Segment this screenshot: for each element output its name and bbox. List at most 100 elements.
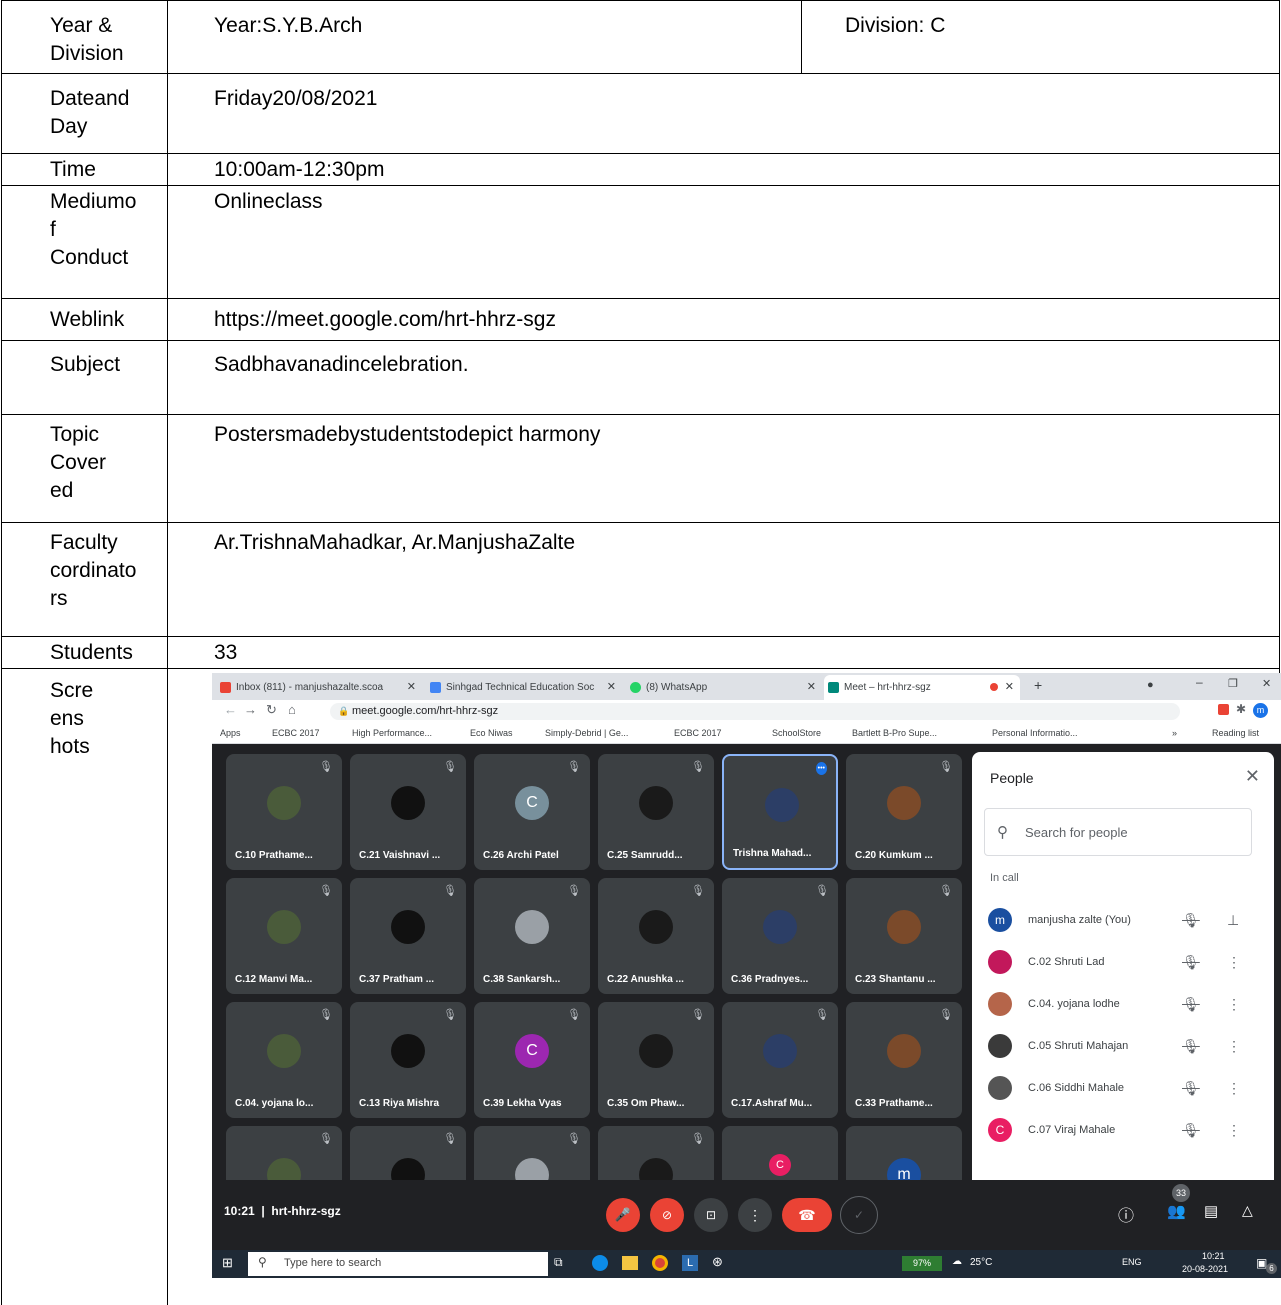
bookmark-item[interactable]: Simply-Debrid | Ge... xyxy=(545,722,628,744)
search-placeholder: Search for people xyxy=(1025,825,1128,840)
close-icon[interactable]: ✕ xyxy=(807,675,816,700)
close-icon[interactable]: ✕ xyxy=(1245,766,1260,787)
tab-meet[interactable]: Meet – hrt-hhrz-sgz ✕ xyxy=(824,675,1020,700)
participant-tile[interactable]: 🎙 C.36 Pradnyes... xyxy=(722,878,838,994)
windows-start-icon[interactable]: ⊞ xyxy=(222,1255,233,1271)
bookmark-item[interactable]: ECBC 2017 xyxy=(272,722,320,744)
back-icon[interactable]: ← xyxy=(224,702,237,717)
participant-tile[interactable]: 🎙 C.17.Ashraf Mu... xyxy=(722,1002,838,1118)
reload-icon[interactable]: ↻ xyxy=(266,702,277,718)
participant-tile[interactable]: 🎙 C.35 Om Phaw... xyxy=(598,1002,714,1118)
camera-off-button[interactable]: ⊘ xyxy=(650,1198,684,1232)
profile-menu-icon[interactable]: ● xyxy=(1147,679,1154,691)
participant-row[interactable]: m manjusha zalte (You) 🎙 ⊥ xyxy=(972,902,1274,938)
more-options-icon[interactable]: ⋮ xyxy=(1227,1112,1241,1148)
bookmark-item[interactable]: Eco Niwas xyxy=(470,722,513,744)
control-bar: 10:21 | hrt-hhrz-sgz 🎤 ⊘ ⊡ ⋮ ☎ ✓ ⓘ 👥 33 … xyxy=(212,1180,1281,1250)
participant-tile[interactable]: 🎙 C.12 Manvi Ma... xyxy=(226,878,342,994)
muted-mic-icon: 🎙 xyxy=(691,761,705,773)
language-indicator[interactable]: ENG xyxy=(1122,1257,1142,1267)
bookmark-item[interactable]: SchoolStore xyxy=(772,722,821,744)
battery-indicator[interactable]: 97% xyxy=(902,1256,942,1271)
participant-tile[interactable]: 🎙 C.38 Sankarsh... xyxy=(474,878,590,994)
participant-tile[interactable]: 🎙 C.37 Pratham ... xyxy=(350,878,466,994)
participant-avatar: m xyxy=(988,908,1012,932)
close-icon[interactable]: ✕ xyxy=(407,675,416,700)
participant-avatar xyxy=(763,910,797,944)
people-icon[interactable]: 👥 xyxy=(1167,1202,1186,1220)
participant-row[interactable]: C.04. yojana lodhe 🎙 ⋮ xyxy=(972,986,1274,1022)
participant-tile[interactable]: 🎙 C.10 Prathame... xyxy=(226,754,342,870)
participant-tile[interactable]: 🎙 C.04. yojana lo... xyxy=(226,1002,342,1118)
weather-temp[interactable]: 25°C xyxy=(970,1257,992,1268)
participant-tile[interactable]: 🎙 C.22 Anushka ... xyxy=(598,878,714,994)
taskbar-search-box[interactable]: ⚲ Type here to search xyxy=(248,1252,548,1276)
bookmark-item[interactable]: Personal Informatio... xyxy=(992,722,1078,744)
edge-icon[interactable] xyxy=(592,1255,608,1271)
mic-off-button[interactable]: 🎤 xyxy=(606,1198,640,1232)
participant-tile[interactable]: 🎙 C.25 Samrudd... xyxy=(598,754,714,870)
reading-list[interactable]: Reading list xyxy=(1212,722,1259,744)
app-icon[interactable]: ⊛ xyxy=(712,1254,723,1270)
participant-name: C.12 Manvi Ma... xyxy=(235,974,313,985)
muted-mic-icon: 🎙 xyxy=(319,1133,333,1145)
participant-tile[interactable]: C 🎙 C.26 Archi Patel xyxy=(474,754,590,870)
bookmark-item[interactable]: ECBC 2017 xyxy=(674,722,722,744)
tab-label: Sinhgad Technical Education Soc xyxy=(446,682,595,693)
tab-inbox[interactable]: Inbox (811) - manjushazalte.scoa ✕ xyxy=(216,675,422,700)
more-options-icon[interactable]: ⋮ xyxy=(1227,1070,1241,1106)
bookmark-item[interactable]: Bartlett B-Pro Supe... xyxy=(852,722,937,744)
tab-whatsapp[interactable]: (8) WhatsApp ✕ xyxy=(626,675,822,700)
bookmark-item[interactable]: High Performance... xyxy=(352,722,432,744)
more-options-icon[interactable]: ⋮ xyxy=(1227,1028,1241,1064)
participant-tile[interactable]: 🎙 C.33 Prathame... xyxy=(846,1002,962,1118)
profile-avatar[interactable]: m xyxy=(1253,703,1268,718)
clock-date[interactable]: 20-08-2021 xyxy=(1182,1264,1228,1274)
activities-icon[interactable]: △ xyxy=(1242,1202,1253,1219)
more-options-button[interactable]: ⋮ xyxy=(738,1198,772,1232)
check-icon[interactable]: ✓ xyxy=(840,1196,878,1234)
search-people-input[interactable]: ⚲ Search for people xyxy=(984,808,1252,856)
bookmark-apps[interactable]: Apps xyxy=(220,722,241,744)
participant-tile[interactable]: 🎙 C.21 Vaishnavi ... xyxy=(350,754,466,870)
extension-icon[interactable] xyxy=(1218,704,1229,715)
pin-icon[interactable]: ⊥ xyxy=(1227,902,1239,938)
task-view-icon[interactable]: ⧉ xyxy=(554,1255,563,1270)
chat-icon[interactable]: ▤ xyxy=(1204,1202,1218,1220)
value-weblink[interactable]: https://meet.google.com/hrt-hhrz-sgz xyxy=(214,306,556,334)
more-options-icon[interactable]: ⋮ xyxy=(1227,944,1241,980)
participant-row[interactable]: C.02 Shruti Lad 🎙 ⋮ xyxy=(972,944,1274,980)
column-divider xyxy=(167,0,168,1305)
new-tab-icon[interactable]: + xyxy=(1034,677,1042,693)
more-bookmarks-icon[interactable]: » xyxy=(1172,722,1177,744)
participant-tile[interactable]: 🎙 C.20 Kumkum ... xyxy=(846,754,962,870)
participant-row[interactable]: C C.07 Viraj Mahale 🎙 ⋮ xyxy=(972,1112,1274,1148)
participant-tile[interactable]: 🎙 C.13 Riya Mishra xyxy=(350,1002,466,1118)
chrome-icon[interactable] xyxy=(652,1255,668,1271)
present-button[interactable]: ⊡ xyxy=(694,1198,728,1232)
tab-sinhgad[interactable]: Sinhgad Technical Education Soc ✕ xyxy=(426,675,622,700)
participant-tile[interactable]: 🎙 C.23 Shantanu ... xyxy=(846,878,962,994)
forward-icon[interactable]: → xyxy=(244,702,257,717)
puzzle-icon[interactable]: ✱ xyxy=(1236,702,1246,716)
participant-tile[interactable]: ••• Trishna Mahad... xyxy=(722,754,838,870)
info-icon[interactable]: ⓘ xyxy=(1118,1202,1134,1226)
app-l-icon[interactable]: L xyxy=(682,1255,698,1271)
site-icon xyxy=(430,682,441,693)
url-field[interactable]: 🔒 meet.google.com/hrt-hhrz-sgz xyxy=(330,703,1180,720)
explorer-icon[interactable] xyxy=(622,1256,638,1270)
muted-mic-icon: 🎙 xyxy=(815,885,829,897)
participant-tile[interactable]: C 🎙 C.39 Lekha Vyas xyxy=(474,1002,590,1118)
home-icon[interactable]: ⌂ xyxy=(288,702,296,717)
label-year-division: Year & Division xyxy=(50,14,124,65)
window-close-icon[interactable]: ✕ xyxy=(1262,677,1271,690)
participant-row[interactable]: C.05 Shruti Mahajan 🎙 ⋮ xyxy=(972,1028,1274,1064)
close-icon[interactable]: ✕ xyxy=(1005,675,1014,700)
restore-icon[interactable]: ❐ xyxy=(1228,677,1238,690)
leave-call-button[interactable]: ☎ xyxy=(782,1198,832,1232)
participant-row[interactable]: C.06 Siddhi Mahale 🎙 ⋮ xyxy=(972,1070,1274,1106)
close-icon[interactable]: ✕ xyxy=(607,675,616,700)
minimize-icon[interactable]: – xyxy=(1196,675,1203,689)
more-options-icon[interactable]: ⋮ xyxy=(1227,986,1241,1022)
clock-time[interactable]: 10:21 xyxy=(1202,1251,1225,1261)
